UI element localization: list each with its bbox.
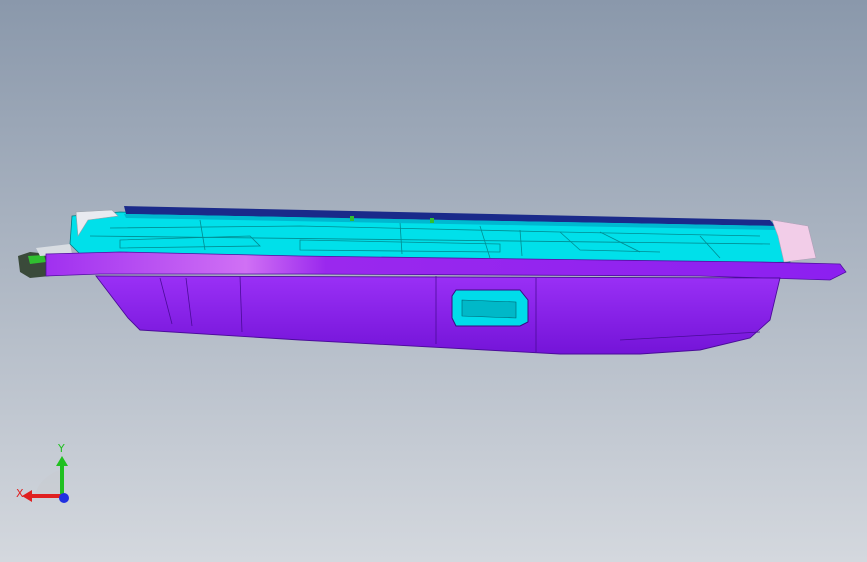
graphics-viewport[interactable]: X Y	[0, 0, 867, 562]
triad-y-label: Y	[58, 442, 65, 455]
triad-z-axis	[59, 493, 69, 503]
triad-y-arrow	[56, 456, 68, 466]
triad-xy-plane	[34, 470, 62, 496]
top-marker-2	[430, 218, 434, 223]
model-canvas[interactable]	[0, 0, 867, 562]
cutout-inner-detail	[461, 299, 517, 319]
triad-x-label: X	[16, 487, 24, 500]
top-marker-1	[350, 216, 354, 221]
orientation-triad: X Y	[12, 440, 82, 510]
